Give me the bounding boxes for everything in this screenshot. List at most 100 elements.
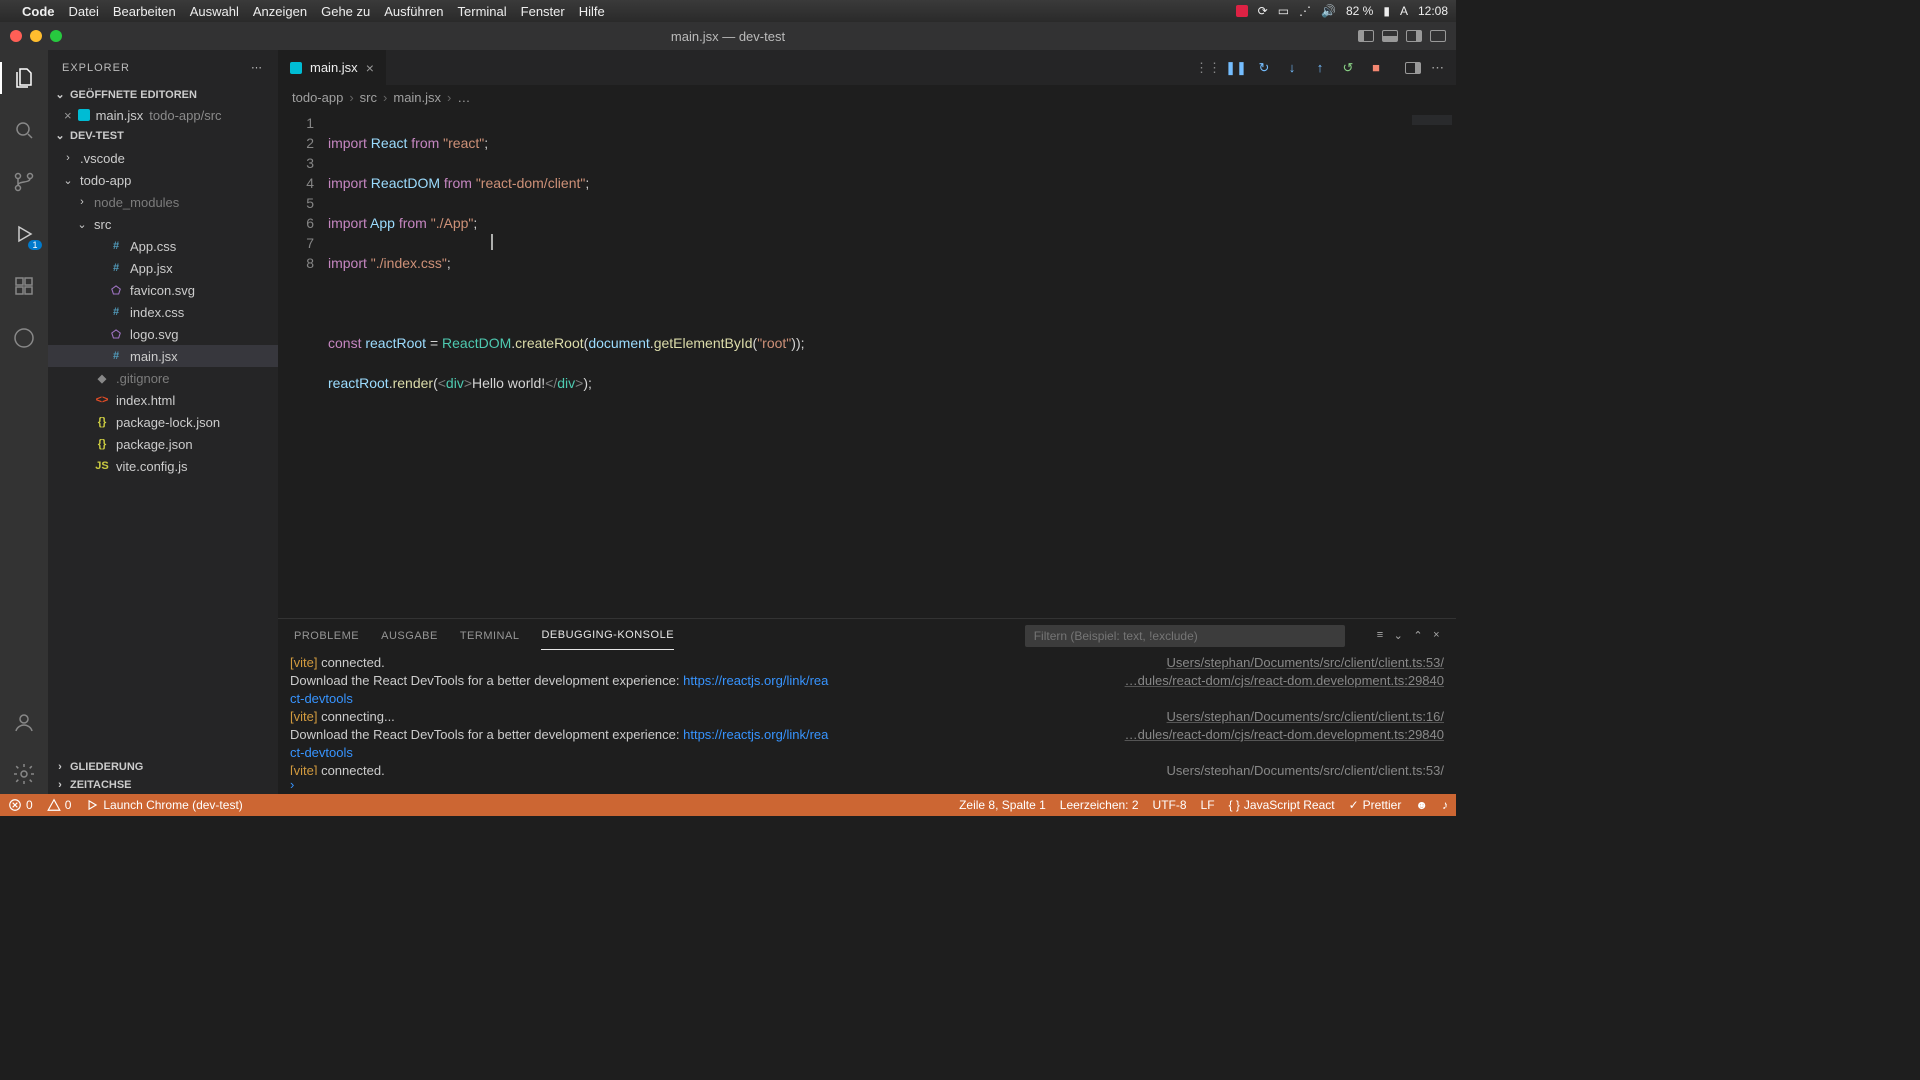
panel-tab-terminal[interactable]: TERMINAL xyxy=(460,622,520,650)
file-vite.config.js[interactable]: JSvite.config.js xyxy=(48,455,278,477)
file-logo.svg[interactable]: ⬠logo.svg xyxy=(48,323,278,345)
close-panel-icon[interactable]: × xyxy=(1433,629,1440,642)
clear-console-icon[interactable]: ≡ xyxy=(1377,629,1384,642)
display-icon: ▭ xyxy=(1278,4,1289,18)
branch-icon xyxy=(12,170,36,194)
file-favicon.svg[interactable]: ⬠favicon.svg xyxy=(48,279,278,301)
menu-fenster[interactable]: Fenster xyxy=(521,4,565,19)
status-cursor-position[interactable]: Zeile 8, Spalte 1 xyxy=(959,798,1046,812)
status-language[interactable]: { } JavaScript React xyxy=(1229,798,1335,812)
panel-tab-ausgabe[interactable]: AUSGABE xyxy=(381,622,438,650)
pause-icon[interactable]: ❚❚ xyxy=(1227,59,1245,77)
status-eol[interactable]: LF xyxy=(1201,798,1215,812)
folder-src[interactable]: ⌄src xyxy=(48,213,278,235)
menu-ausfuehren[interactable]: Ausführen xyxy=(384,4,443,19)
explorer-sidebar: EXPLORER ⋯ ⌄ GEÖFFNETE EDITOREN × main.j… xyxy=(48,50,278,794)
activity-settings[interactable] xyxy=(0,754,48,794)
activity-extensions[interactable] xyxy=(0,266,48,306)
status-bell-icon[interactable]: ♪ xyxy=(1442,798,1448,812)
toggle-secondary-sidebar-icon[interactable] xyxy=(1406,30,1422,42)
folder-node_modules[interactable]: ›node_modules xyxy=(48,191,278,213)
status-launch-config[interactable]: Launch Chrome (dev-test) xyxy=(85,798,242,812)
tree-item-label: App.css xyxy=(130,239,176,254)
file-index.html[interactable]: <>index.html xyxy=(48,389,278,411)
debug-console-output[interactable]: [vite] connected.Users/stephan/Documents… xyxy=(278,652,1456,775)
toggle-panel-icon[interactable] xyxy=(1382,30,1398,42)
activity-scm[interactable] xyxy=(0,162,48,202)
status-errors[interactable]: 0 xyxy=(8,798,33,812)
menu-gehezu[interactable]: Gehe zu xyxy=(321,4,370,19)
console-row: [vite] connecting...Users/stephan/Docume… xyxy=(290,708,1444,726)
debug-console-filter-input[interactable] xyxy=(1025,625,1345,647)
recording-icon[interactable] xyxy=(1236,5,1248,17)
status-encoding[interactable]: UTF-8 xyxy=(1153,798,1187,812)
breadcrumb-item[interactable]: … xyxy=(457,90,470,105)
debug-console-input[interactable]: › xyxy=(278,775,1456,794)
stop-icon[interactable]: ■ xyxy=(1367,59,1385,77)
zoom-window-button[interactable] xyxy=(50,30,62,42)
code-content[interactable]: import React from "react"; import ReactD… xyxy=(328,109,1396,618)
menu-terminal[interactable]: Terminal xyxy=(458,4,507,19)
activity-explorer[interactable] xyxy=(0,58,48,98)
timeline-header[interactable]: › ZEITACHSE xyxy=(48,776,278,794)
activity-remote[interactable] xyxy=(0,318,48,358)
split-editor-icon[interactable] xyxy=(1405,62,1421,74)
app-menu[interactable]: Code xyxy=(22,4,55,19)
file-App.jsx[interactable]: #App.jsx xyxy=(48,257,278,279)
jsx-file-icon xyxy=(290,62,302,74)
close-icon[interactable]: × xyxy=(366,60,374,76)
outline-header[interactable]: › GLIEDERUNG xyxy=(48,758,278,776)
file-package.json[interactable]: {}package.json xyxy=(48,433,278,455)
collapse-icon[interactable]: ⌄ xyxy=(1394,629,1404,642)
file-package-lock.json[interactable]: {}package-lock.json xyxy=(48,411,278,433)
customize-layout-icon[interactable] xyxy=(1430,30,1446,42)
menu-bearbeiten[interactable]: Bearbeiten xyxy=(113,4,176,19)
menu-hilfe[interactable]: Hilfe xyxy=(579,4,605,19)
folder-todo-app[interactable]: ⌄todo-app xyxy=(48,169,278,191)
minimize-window-button[interactable] xyxy=(30,30,42,42)
status-warnings[interactable]: 0 xyxy=(47,798,72,812)
open-editors-header[interactable]: ⌄ GEÖFFNETE EDITOREN xyxy=(48,85,278,104)
file-main.jsx[interactable]: #main.jsx xyxy=(48,345,278,367)
chevron-down-icon: ⌄ xyxy=(76,218,88,231)
expand-icon[interactable]: ⌃ xyxy=(1413,629,1423,642)
tab-main-jsx[interactable]: main.jsx × xyxy=(278,50,387,85)
menu-anzeigen[interactable]: Anzeigen xyxy=(253,4,307,19)
status-indentation[interactable]: Leerzeichen: 2 xyxy=(1060,798,1139,812)
minimap[interactable] xyxy=(1396,109,1456,618)
activity-search[interactable] xyxy=(0,110,48,150)
close-window-button[interactable] xyxy=(10,30,22,42)
step-over-icon[interactable]: ↻ xyxy=(1255,59,1273,77)
open-editor-item[interactable]: × main.jsx todo-app/src xyxy=(48,104,278,126)
explorer-more-icon[interactable]: ⋯ xyxy=(251,61,264,74)
step-out-icon[interactable]: ↑ xyxy=(1311,59,1329,77)
breadcrumb-item[interactable]: todo-app xyxy=(292,90,343,105)
toggle-sidebar-icon[interactable] xyxy=(1358,30,1374,42)
chevron-down-icon: ⌄ xyxy=(62,174,74,187)
activity-debug[interactable]: 1 xyxy=(0,214,48,254)
workspace-header[interactable]: ⌄ DEV-TEST xyxy=(48,126,278,145)
status-prettier[interactable]: ✓ Prettier xyxy=(1349,798,1402,812)
breadcrumb-item[interactable]: main.jsx xyxy=(393,90,441,105)
panel-tab-debug-console[interactable]: DEBUGGING-KONSOLE xyxy=(541,621,674,650)
file-.gitignore[interactable]: ◆.gitignore xyxy=(48,367,278,389)
status-feedback-icon[interactable]: ☻ xyxy=(1415,798,1428,812)
file-App.css[interactable]: #App.css xyxy=(48,235,278,257)
activity-account[interactable] xyxy=(0,702,48,742)
menu-auswahl[interactable]: Auswahl xyxy=(190,4,239,19)
file-index.css[interactable]: #index.css xyxy=(48,301,278,323)
code-editor[interactable]: 12345678 import React from "react"; impo… xyxy=(278,109,1396,618)
editor-tabs: main.jsx × ⋮⋮ ❚❚ ↻ ↓ ↑ ↺ ■ ⋯ xyxy=(278,50,1456,85)
breadcrumb-item[interactable]: src xyxy=(360,90,377,105)
traffic-lights[interactable] xyxy=(10,30,62,42)
restart-icon[interactable]: ↺ xyxy=(1339,59,1357,77)
folder-.vscode[interactable]: ›.vscode xyxy=(48,147,278,169)
chevron-right-icon: › xyxy=(54,761,66,773)
panel-tab-probleme[interactable]: PROBLEME xyxy=(294,622,359,650)
drag-handle-icon[interactable]: ⋮⋮ xyxy=(1199,59,1217,77)
breadcrumbs[interactable]: todo-app› src› main.jsx› … xyxy=(278,85,1456,109)
editor-more-icon[interactable]: ⋯ xyxy=(1431,60,1446,76)
step-into-icon[interactable]: ↓ xyxy=(1283,59,1301,77)
menu-datei[interactable]: Datei xyxy=(69,4,99,19)
close-icon[interactable]: × xyxy=(64,108,72,123)
